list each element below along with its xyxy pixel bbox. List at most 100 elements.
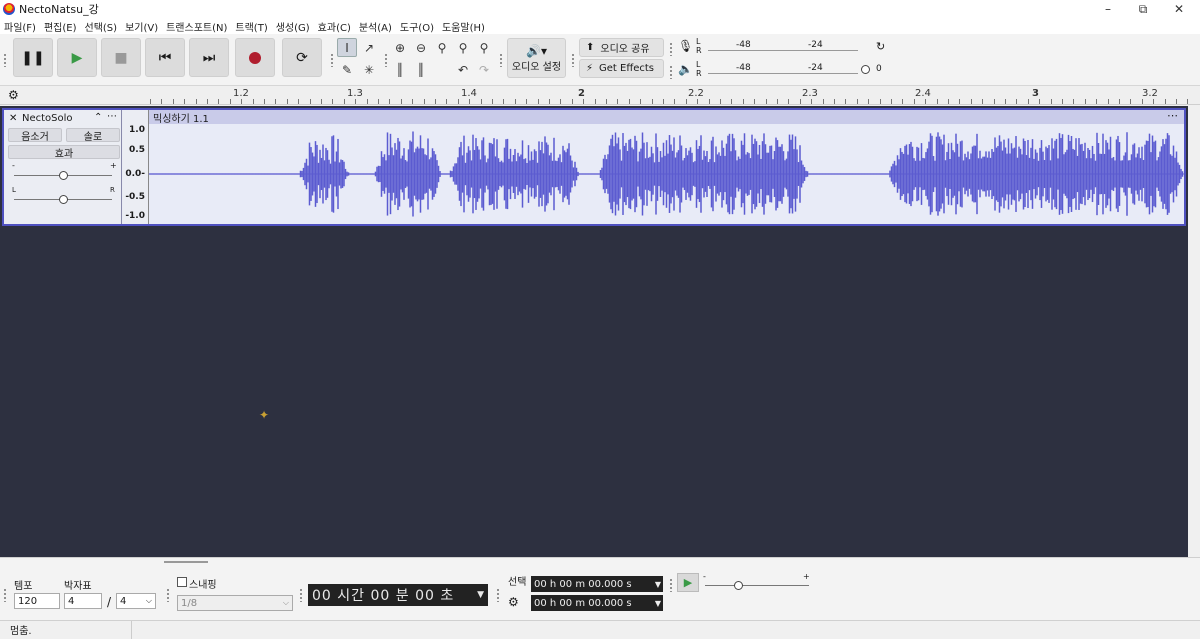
mute-button[interactable]: 음소거 xyxy=(8,128,62,143)
close-button[interactable]: ✕ xyxy=(1160,0,1198,18)
record-button[interactable] xyxy=(235,38,275,77)
draw-tool-button[interactable]: ✎ xyxy=(337,60,357,79)
envelope-icon: ↗ xyxy=(363,40,375,55)
menu-effect[interactable]: 효과(C) xyxy=(318,19,351,34)
toolbar-grip[interactable] xyxy=(3,588,7,602)
speed-slider-knob[interactable] xyxy=(734,581,743,590)
timeline-tick xyxy=(1130,99,1131,104)
get-effects-button[interactable]: ⚡ Get Effects xyxy=(579,59,664,78)
track-area[interactable]: ✕ NectoSolo ⌃ ⋯ 음소거 솔로 효과 - + L R 1.0 0.… xyxy=(0,106,1188,557)
time-display[interactable]: 00 시간 00 분 00 초 ▼ xyxy=(308,584,488,606)
audio-track[interactable]: ✕ NectoSolo ⌃ ⋯ 음소거 솔로 효과 - + L R 1.0 0.… xyxy=(2,108,1186,226)
skip-start-button[interactable]: ⏮ xyxy=(145,38,185,77)
stop-button[interactable]: ■ xyxy=(101,38,141,77)
maximize-button[interactable]: ⧉ xyxy=(1124,0,1162,18)
play-at-speed-button[interactable]: ▶ xyxy=(677,573,699,592)
snap-label: 스내핑 xyxy=(189,580,217,591)
playback-volume-knob[interactable] xyxy=(861,65,870,74)
scale-label: -0.5 xyxy=(125,192,145,202)
toolbar-grip[interactable] xyxy=(166,588,170,602)
selection-settings-icon[interactable]: ⚙ xyxy=(508,595,519,609)
toolbar-grip[interactable] xyxy=(299,588,303,602)
menu-help[interactable]: 도움말(H) xyxy=(442,19,485,34)
timeline-settings-icon[interactable]: ⚙ xyxy=(8,88,32,104)
zoom-out-button[interactable]: ⊖ xyxy=(411,38,431,57)
menu-edit[interactable]: 편집(E) xyxy=(44,19,77,34)
toolbar-grip[interactable] xyxy=(571,53,575,67)
timeline-ruler[interactable]: ⚙ 1.2 1.3 1.4 2 2.2 2.3 2.4 3 3.2 xyxy=(0,86,1200,105)
track-menu-icon[interactable]: ⋯ xyxy=(107,111,117,122)
menu-tracks[interactable]: 트랙(T) xyxy=(235,19,267,34)
menu-file[interactable]: 파일(F) xyxy=(4,19,36,34)
tempo-input[interactable]: 120 xyxy=(14,593,60,609)
undo-button[interactable]: ↶ xyxy=(453,60,473,79)
play-button[interactable]: ▶ xyxy=(57,38,97,77)
track-control-panel[interactable]: ✕ NectoSolo ⌃ ⋯ 음소거 솔로 효과 - + L R xyxy=(4,110,122,224)
menu-generate[interactable]: 생성(G) xyxy=(276,19,310,34)
gain-minus-label: - xyxy=(12,161,15,170)
time-signature-top-input[interactable]: 4 xyxy=(64,593,102,609)
minimize-button[interactable]: – xyxy=(1089,0,1127,18)
selection-end-time[interactable]: 00 h 00 m 00.000 s ▼ xyxy=(531,595,663,611)
time-signature-label: 박자표 xyxy=(64,581,92,592)
waveform[interactable] xyxy=(149,124,1184,224)
fit-selection-button[interactable]: ⚲ xyxy=(432,38,452,57)
menu-analyze[interactable]: 분석(A) xyxy=(359,19,392,34)
toolbar-grip[interactable] xyxy=(3,53,7,67)
redo-button[interactable]: ↷ xyxy=(474,60,494,79)
effects-button[interactable]: 효과 xyxy=(8,145,120,160)
pencil-icon: ✎ xyxy=(341,62,353,77)
track-name[interactable]: NectoSolo xyxy=(22,113,73,124)
envelope-tool-button[interactable]: ↗ xyxy=(359,38,379,57)
menu-tools[interactable]: 도구(O) xyxy=(400,19,434,34)
timeline-label: 1.3 xyxy=(347,88,363,99)
toolbar-grip[interactable] xyxy=(384,53,388,67)
playback-meter[interactable]: 🔈 L R -48 -24 0 xyxy=(678,60,888,78)
snap-select[interactable]: 1/8 ⌵ xyxy=(177,595,293,611)
gain-slider-knob[interactable] xyxy=(59,171,68,180)
zoom-toggle-button[interactable]: ⚲ xyxy=(474,38,494,57)
menu-select[interactable]: 선택(S) xyxy=(85,19,118,34)
timeline-tick xyxy=(264,99,265,104)
timeline-tick xyxy=(424,99,425,104)
timeline-tick xyxy=(355,99,356,104)
toolbar-grip[interactable] xyxy=(330,53,334,67)
loop-button[interactable]: ⟳ xyxy=(282,38,322,77)
trim-button[interactable]: ║ xyxy=(390,60,410,79)
skip-start-icon: ⏮ xyxy=(158,49,172,66)
share-audio-button[interactable]: ⬆ 오디오 공유 xyxy=(579,38,664,57)
track-collapse-icon[interactable]: ⌃ xyxy=(94,112,102,123)
selection-start-time[interactable]: 00 h 00 m 00.000 s ▼ xyxy=(531,576,663,592)
splitter-handle[interactable] xyxy=(164,561,208,563)
track-close-icon[interactable]: ✕ xyxy=(9,113,17,124)
fit-project-button[interactable]: ⚲ xyxy=(453,38,473,57)
selection-tool-button[interactable]: I xyxy=(337,38,357,57)
speed-slider-track[interactable] xyxy=(705,585,809,586)
time-signature-bottom-select[interactable]: 4 ⌵ xyxy=(116,593,156,609)
audio-clip[interactable]: 믹싱하기 1.1 ⋯ xyxy=(149,109,1184,224)
pause-button[interactable]: ❚❚ xyxy=(13,38,53,77)
amplitude-scale[interactable]: 1.0 0.5 0.0- -0.5 -1.0 xyxy=(123,110,149,224)
silence-button[interactable]: ║ xyxy=(411,60,431,79)
solo-button[interactable]: 솔로 xyxy=(66,128,120,143)
toolbar-grip[interactable] xyxy=(669,42,673,56)
snap-checkbox[interactable] xyxy=(177,577,187,587)
toolbar-grip[interactable] xyxy=(496,588,500,602)
menu-view[interactable]: 보기(V) xyxy=(125,19,158,34)
menu-transport[interactable]: 트랜스포트(N) xyxy=(166,19,227,34)
recording-meter[interactable]: 🎙 L R -48 -24 ↻ xyxy=(678,37,888,55)
clip-header[interactable]: 믹싱하기 1.1 ⋯ xyxy=(149,109,1184,125)
timeline-tick xyxy=(857,99,858,104)
pan-slider-knob[interactable] xyxy=(59,195,68,204)
zoom-in-button[interactable]: ⊕ xyxy=(390,38,410,57)
audio-setup-button[interactable]: 🔊▾ 오디오 설정 xyxy=(507,38,566,78)
skip-end-button[interactable]: ⏭ xyxy=(189,38,229,77)
toolbar-grip[interactable] xyxy=(669,65,673,79)
scale-label: 1.0 xyxy=(129,125,145,135)
multi-tool-button[interactable]: ✳ xyxy=(359,60,379,79)
toolbar-grip[interactable] xyxy=(499,53,503,67)
clip-menu-icon[interactable]: ⋯ xyxy=(1167,109,1178,122)
timeline-tick xyxy=(412,99,413,104)
timeline-tick xyxy=(1051,99,1052,104)
toolbar-grip[interactable] xyxy=(669,578,673,592)
